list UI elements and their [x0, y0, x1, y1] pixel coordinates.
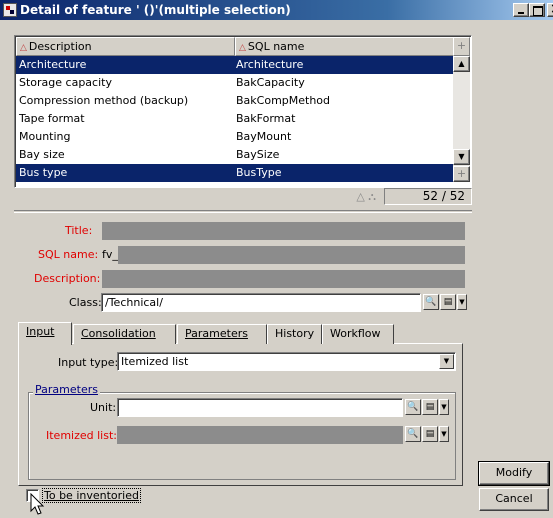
app-icon	[3, 3, 17, 17]
list-header: △ Description △ SQL name	[16, 37, 454, 56]
list-row[interactable]: Bay size BaySize	[16, 146, 454, 164]
description-label: Description:	[34, 272, 101, 285]
title-bar: Detail of feature ' ()'(multiple selecti…	[0, 0, 553, 20]
list-row[interactable]: Tape format BakFormat	[16, 110, 454, 128]
input-type-select[interactable]: Itemized list ▼	[117, 352, 456, 371]
sql-name-label: SQL name:	[38, 248, 99, 261]
binoculars-icon[interactable]: △ ⛬	[356, 190, 376, 204]
vertical-scrollbar[interactable]: ▲ ▼ +	[453, 56, 470, 182]
mouse-cursor-icon	[30, 493, 45, 515]
list-row[interactable]: Storage capacity BakCapacity	[16, 74, 454, 92]
column-header-sql-name[interactable]: △ SQL name	[235, 37, 454, 56]
list-rows: Architecture Architecture Storage capaci…	[16, 56, 454, 182]
cancel-button[interactable]: Cancel	[479, 488, 549, 511]
chevron-down-icon[interactable]: ▼	[439, 399, 449, 415]
list-row[interactable]: Bus type BusType	[16, 164, 454, 182]
tab-consolidation[interactable]: Consolidation	[73, 324, 176, 344]
detail-icon[interactable]: ▤	[422, 426, 438, 442]
class-field-buttons: 🔍 ▤ ▼	[423, 294, 467, 311]
input-type-label: Input type:	[58, 356, 119, 369]
itemized-list-label: Itemized list:	[46, 429, 117, 442]
title-label: Title:	[65, 224, 93, 237]
chevron-down-icon[interactable]: ▼	[457, 294, 467, 310]
class-label: Class:	[69, 296, 102, 309]
record-counter: 52 / 52	[384, 188, 472, 205]
modify-button[interactable]: Modify	[478, 461, 550, 486]
tab-workflow[interactable]: Workflow	[322, 324, 394, 344]
itemized-list-buttons: 🔍 ▤ ▼	[405, 426, 449, 443]
unit-field-buttons: 🔍 ▤ ▼	[405, 399, 449, 416]
class-field[interactable]: /Technical/	[101, 293, 421, 312]
window-title: Detail of feature ' ()'(multiple selecti…	[20, 3, 291, 17]
unit-field[interactable]	[117, 398, 403, 417]
feature-list[interactable]: △ Description △ SQL name + Architecture Ar…	[14, 35, 472, 188]
list-row[interactable]: Compression method (backup) BakCompMetho…	[16, 92, 454, 110]
expand-icon[interactable]: +	[453, 166, 470, 182]
tab-input[interactable]: Input	[18, 322, 72, 345]
itemized-list-field[interactable]	[117, 426, 403, 444]
close-button[interactable]	[547, 1, 553, 17]
sort-triangle-icon: △	[239, 43, 246, 53]
sql-name-prefix: fv_	[102, 248, 118, 261]
magnifier-icon[interactable]: 🔍	[423, 294, 439, 310]
minimize-button[interactable]	[513, 3, 529, 17]
chevron-down-icon[interactable]: ▼	[439, 354, 454, 369]
column-header-description[interactable]: △ Description	[16, 37, 235, 56]
magnifier-icon[interactable]: 🔍	[405, 399, 421, 415]
sort-triangle-icon: △	[20, 43, 27, 53]
splitter[interactable]	[14, 210, 472, 213]
add-column-button[interactable]: +	[453, 37, 470, 56]
unit-label: Unit:	[90, 401, 117, 414]
magnifier-icon[interactable]: 🔍	[405, 426, 421, 442]
list-row[interactable]: Architecture Architecture	[16, 56, 454, 74]
chevron-down-icon[interactable]: ▼	[439, 426, 449, 442]
sql-name-field[interactable]	[118, 246, 465, 264]
tab-parameters[interactable]: Parameters	[177, 324, 267, 344]
parameters-group-title: Parameters	[33, 383, 100, 396]
scroll-up-icon[interactable]: ▲	[453, 56, 470, 72]
scroll-down-icon[interactable]: ▼	[453, 149, 470, 165]
title-field[interactable]	[102, 222, 465, 240]
list-status-bar: △ ⛬ 52 / 52	[14, 188, 472, 206]
list-row[interactable]: Mounting BayMount	[16, 128, 454, 146]
detail-icon[interactable]: ▤	[422, 399, 438, 415]
maximize-button[interactable]	[529, 3, 545, 17]
tab-history[interactable]: History	[267, 324, 322, 344]
detail-icon[interactable]: ▤	[440, 294, 456, 310]
description-field[interactable]	[102, 270, 465, 288]
